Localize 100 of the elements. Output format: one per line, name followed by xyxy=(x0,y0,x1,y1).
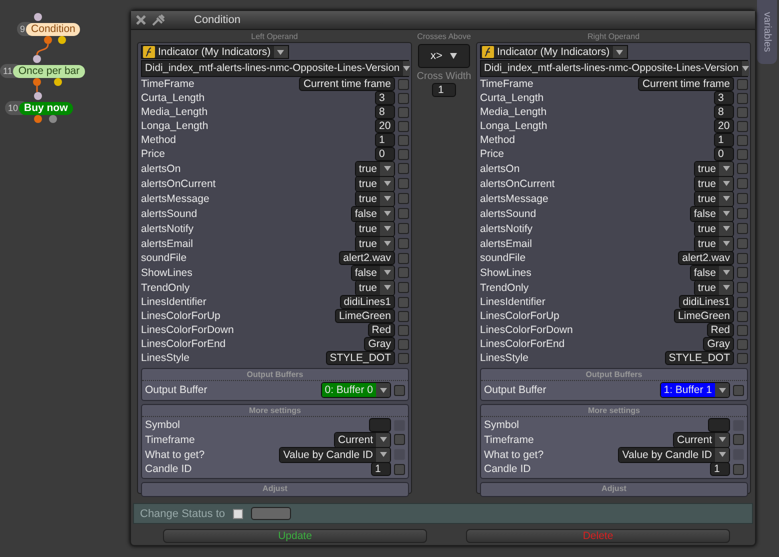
checkbox[interactable] xyxy=(737,223,748,234)
checkbox[interactable] xyxy=(737,208,748,219)
checkbox[interactable] xyxy=(737,106,748,118)
dropdown[interactable]: true xyxy=(354,176,395,192)
dropdown[interactable]: false xyxy=(690,206,734,222)
value-field[interactable]: Gray xyxy=(364,337,395,351)
value-field[interactable]: STYLE_DOT xyxy=(326,351,395,365)
checkbox[interactable] xyxy=(737,134,748,146)
checkbox[interactable] xyxy=(737,120,748,132)
port-dot[interactable] xyxy=(34,92,42,100)
value-field[interactable]: didiLines1 xyxy=(340,295,395,309)
side-tab[interactable]: variables xyxy=(757,0,777,64)
dropdown[interactable]: true xyxy=(354,190,395,206)
port-dot[interactable] xyxy=(54,78,62,86)
value-field[interactable]: LimeGreen xyxy=(674,309,734,323)
port-dot[interactable] xyxy=(44,36,52,44)
dropdown[interactable]: true xyxy=(354,280,395,296)
checkbox[interactable] xyxy=(737,324,748,336)
flow-node[interactable]: Once per bar xyxy=(13,64,85,78)
value-field[interactable]: 3 xyxy=(714,91,734,105)
close-icon[interactable] xyxy=(136,15,146,25)
checkbox[interactable] xyxy=(398,310,409,322)
checkbox[interactable] xyxy=(398,352,409,364)
update-button[interactable]: Update xyxy=(163,529,427,543)
checkbox[interactable] xyxy=(733,434,744,445)
value-field[interactable]: 0 xyxy=(714,147,734,161)
dropdown[interactable]: true xyxy=(354,220,395,236)
checkbox[interactable] xyxy=(398,296,409,308)
value-field[interactable]: Red xyxy=(706,323,734,337)
indicator-dropdown[interactable]: Didi_index_mtf-alerts-lines-nmc-Opposite-Lines-Version xyxy=(141,60,409,77)
dropdown[interactable]: Current xyxy=(672,432,730,448)
checkbox[interactable] xyxy=(398,267,409,278)
checkbox[interactable] xyxy=(737,163,748,174)
port-dot[interactable] xyxy=(49,115,57,123)
value-field[interactable]: STYLE_DOT xyxy=(664,351,734,365)
value-field[interactable]: LimeGreen xyxy=(335,309,395,323)
value-field[interactable]: didiLines1 xyxy=(678,295,734,309)
indicator-dropdown[interactable]: Didi_index_mtf-alerts-lines-nmc-Opposite-Lines-Version xyxy=(480,60,748,77)
checkbox[interactable] xyxy=(737,310,748,322)
checkbox[interactable] xyxy=(737,267,748,278)
dropdown[interactable]: true xyxy=(694,236,734,252)
value-field[interactable]: 1 xyxy=(432,83,456,97)
checkbox[interactable] xyxy=(398,120,409,132)
checkbox[interactable] xyxy=(398,282,409,293)
checkbox[interactable] xyxy=(733,384,744,396)
dropdown[interactable]: Current xyxy=(334,432,391,448)
dropdown[interactable]: true xyxy=(694,280,734,296)
value-field[interactable]: alert2.wav xyxy=(339,251,395,265)
checkbox[interactable] xyxy=(398,163,409,174)
checkbox[interactable] xyxy=(398,208,409,219)
value-field[interactable]: Current time frame xyxy=(299,77,395,91)
value-field[interactable]: Gray xyxy=(703,337,734,351)
dropdown[interactable]: false xyxy=(350,264,395,280)
dropdown[interactable]: true xyxy=(354,160,395,176)
pin-icon[interactable] xyxy=(152,14,166,26)
port-dot[interactable] xyxy=(33,78,41,86)
checkbox[interactable] xyxy=(398,223,409,234)
dropdown[interactable]: 1: Buffer 1 xyxy=(660,382,730,398)
checkbox[interactable] xyxy=(398,238,409,249)
checkbox[interactable] xyxy=(398,252,409,264)
checkbox[interactable] xyxy=(398,106,409,118)
value-field[interactable]: 1 xyxy=(714,133,734,147)
value-field[interactable]: 20 xyxy=(714,119,734,133)
checkbox[interactable] xyxy=(737,352,748,364)
dropdown[interactable]: true xyxy=(694,220,734,236)
checkbox[interactable] xyxy=(737,296,748,308)
value-field[interactable]: 20 xyxy=(375,119,395,133)
checkbox[interactable] xyxy=(233,508,244,518)
checkbox[interactable] xyxy=(737,178,748,189)
checkbox[interactable] xyxy=(398,178,409,189)
value-field[interactable]: 1 xyxy=(710,462,730,476)
checkbox[interactable] xyxy=(398,148,409,160)
port-dot[interactable] xyxy=(34,115,42,123)
checkbox[interactable] xyxy=(733,464,744,474)
checkbox[interactable] xyxy=(398,338,409,350)
checkbox[interactable] xyxy=(398,193,409,204)
dropdown[interactable]: true xyxy=(694,190,734,206)
checkbox[interactable] xyxy=(737,193,748,204)
port-dot[interactable] xyxy=(34,13,42,21)
source-dropdown[interactable]: Indicator (My Indicators) xyxy=(480,45,628,59)
checkbox[interactable] xyxy=(737,282,748,293)
value-field[interactable]: 1 xyxy=(371,462,391,476)
source-dropdown[interactable]: Indicator (My Indicators) xyxy=(141,45,289,59)
value-field[interactable] xyxy=(708,418,730,432)
dropdown[interactable]: 0: Buffer 0 xyxy=(320,382,391,398)
port-dot[interactable] xyxy=(33,55,41,63)
dropdown[interactable]: false xyxy=(350,206,395,222)
color-swatch[interactable] xyxy=(251,507,292,520)
value-field[interactable]: 0 xyxy=(375,147,395,161)
value-field[interactable]: 3 xyxy=(375,91,395,105)
checkbox[interactable] xyxy=(394,384,405,396)
checkbox[interactable] xyxy=(394,464,405,474)
dropdown[interactable]: false xyxy=(690,264,734,280)
checkbox[interactable] xyxy=(737,238,748,249)
checkbox[interactable] xyxy=(737,252,748,264)
checkbox[interactable] xyxy=(398,324,409,336)
checkbox[interactable] xyxy=(737,92,748,104)
dropdown[interactable]: true xyxy=(694,160,734,176)
checkbox[interactable] xyxy=(737,338,748,350)
operator-dropdown[interactable]: x> xyxy=(418,44,470,68)
